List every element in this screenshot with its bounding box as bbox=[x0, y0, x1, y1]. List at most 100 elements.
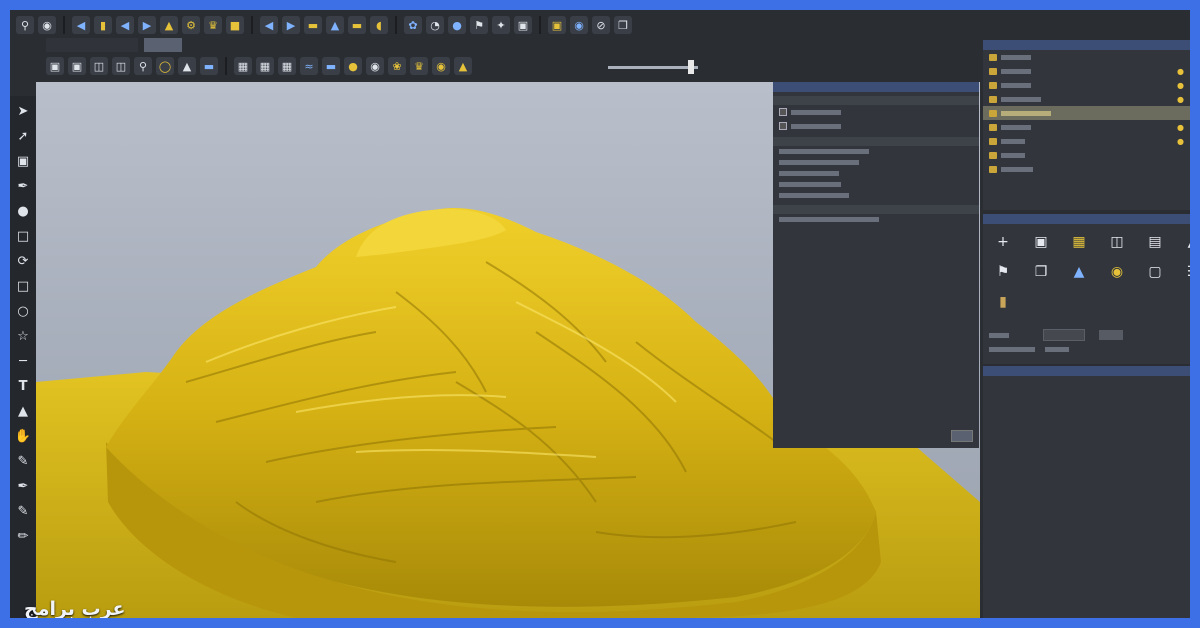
grid-icon[interactable]: ▦ bbox=[234, 57, 252, 75]
view-icon[interactable]: ◫ bbox=[112, 57, 130, 75]
visibility-icon[interactable]: ● bbox=[1177, 95, 1184, 104]
visibility-icon[interactable]: ● bbox=[1177, 123, 1184, 132]
transform-icon[interactable]: ▣ bbox=[14, 152, 32, 171]
jar-icon[interactable]: ▮ bbox=[993, 292, 1013, 312]
tree-item[interactable]: ● bbox=[983, 92, 1190, 106]
bucket-icon[interactable]: ◉ bbox=[570, 16, 588, 34]
pin-icon[interactable]: ⚑ bbox=[470, 16, 488, 34]
sphere-icon[interactable]: ● bbox=[344, 57, 362, 75]
copy-icon[interactable]: ❐ bbox=[1031, 262, 1051, 282]
checkbox[interactable] bbox=[779, 108, 787, 116]
sparkle-icon[interactable]: ✦ bbox=[492, 16, 510, 34]
crown-icon[interactable]: ♛ bbox=[204, 16, 222, 34]
mound-icon[interactable]: ▲ bbox=[178, 57, 196, 75]
zoom-icon[interactable]: ⚲ bbox=[134, 57, 152, 75]
view-icon[interactable]: ◫ bbox=[90, 57, 108, 75]
grid-icon[interactable]: ▦ bbox=[256, 57, 274, 75]
tree-item-selected[interactable] bbox=[983, 106, 1190, 120]
smooth-icon[interactable]: ▲ bbox=[326, 16, 344, 34]
crown-icon[interactable]: ♛ bbox=[410, 57, 428, 75]
visibility-icon[interactable]: ● bbox=[1177, 81, 1184, 90]
rect-icon[interactable]: □ bbox=[14, 277, 32, 296]
tree-item[interactable]: ● bbox=[983, 120, 1190, 134]
visibility-icon[interactable]: ● bbox=[1177, 137, 1184, 146]
apply-button[interactable] bbox=[951, 430, 973, 442]
cube-icon[interactable]: ▣ bbox=[514, 16, 532, 34]
tree-item[interactable] bbox=[983, 148, 1190, 162]
star-icon[interactable]: ☆ bbox=[14, 327, 32, 346]
blend-icon[interactable]: ◖ bbox=[370, 16, 388, 34]
frame-icon[interactable]: ▣ bbox=[548, 16, 566, 34]
arrow-right-icon[interactable]: ▶ bbox=[282, 16, 300, 34]
hand-icon[interactable]: ✋ bbox=[14, 427, 32, 446]
ruler-icon[interactable]: ✎ bbox=[14, 502, 32, 521]
node-icon[interactable]: ➚ bbox=[14, 127, 32, 146]
arrow-left-icon[interactable]: ◀ bbox=[72, 16, 90, 34]
ellipse-icon[interactable]: ○ bbox=[14, 302, 32, 321]
page-icon[interactable]: ◫ bbox=[1107, 232, 1127, 252]
leaf-icon[interactable]: ❀ bbox=[388, 57, 406, 75]
view-icon[interactable]: ◉ bbox=[38, 16, 56, 34]
sliders-icon[interactable]: ☰ bbox=[1183, 262, 1190, 282]
mound-icon[interactable]: ▲ bbox=[160, 16, 178, 34]
tree-item[interactable]: ● bbox=[983, 64, 1190, 78]
knife-icon[interactable]: ✒ bbox=[14, 477, 32, 496]
pen-icon[interactable]: ✒ bbox=[14, 177, 32, 196]
option-row[interactable] bbox=[773, 119, 979, 133]
option-row[interactable] bbox=[773, 157, 979, 168]
line-icon[interactable]: ─ bbox=[14, 352, 32, 371]
bulb-icon[interactable]: ◯ bbox=[156, 57, 174, 75]
rotate-icon[interactable]: ⟳ bbox=[14, 252, 32, 271]
arrow-left-icon[interactable]: ◀ bbox=[116, 16, 134, 34]
field-button[interactable] bbox=[1099, 330, 1123, 340]
option-row[interactable] bbox=[773, 105, 979, 119]
chart-icon[interactable]: ▤ bbox=[1145, 232, 1165, 252]
cup-icon[interactable]: ◉ bbox=[366, 57, 384, 75]
copy-icon[interactable]: ❐ bbox=[614, 16, 632, 34]
dome-icon[interactable]: ◔ bbox=[426, 16, 444, 34]
zoom-icon[interactable]: ⚲ bbox=[16, 16, 34, 34]
zoom-slider-track[interactable] bbox=[608, 66, 698, 69]
swirl-icon[interactable]: ✿ bbox=[404, 16, 422, 34]
cup-icon[interactable]: ◉ bbox=[1107, 262, 1127, 282]
tree-item[interactable]: ● bbox=[983, 134, 1190, 148]
cup-icon[interactable]: ◉ bbox=[432, 57, 450, 75]
eraser-icon[interactable]: ▮ bbox=[94, 16, 112, 34]
tree-item[interactable] bbox=[983, 162, 1190, 176]
layer-icon[interactable]: ▬ bbox=[200, 57, 218, 75]
sphere-icon[interactable]: ● bbox=[448, 16, 466, 34]
sculpt-icon[interactable]: ✎ bbox=[14, 452, 32, 471]
crop-icon[interactable]: □ bbox=[14, 227, 32, 246]
book-icon[interactable]: ▦ bbox=[1069, 232, 1089, 252]
fill-icon[interactable]: ▲ bbox=[14, 402, 32, 421]
checkbox[interactable] bbox=[779, 122, 787, 130]
layer-icon[interactable]: ▬ bbox=[304, 16, 322, 34]
text-icon[interactable]: T bbox=[14, 377, 32, 396]
block-icon[interactable]: ⊘ bbox=[592, 16, 610, 34]
pencil-icon[interactable]: ✏ bbox=[14, 527, 32, 546]
tree-item[interactable]: ● bbox=[983, 78, 1190, 92]
wave-icon[interactable]: ≈ bbox=[300, 57, 318, 75]
pin-icon[interactable]: ⚑ bbox=[993, 262, 1013, 282]
arrow-right-icon[interactable]: ▶ bbox=[138, 16, 156, 34]
cube-icon[interactable]: ▣ bbox=[68, 57, 86, 75]
gear-icon[interactable]: ⚙ bbox=[182, 16, 200, 34]
select-icon[interactable]: ➤ bbox=[14, 102, 32, 121]
layer-icon[interactable]: ▬ bbox=[322, 57, 340, 75]
phone-icon[interactable]: ▢ bbox=[1145, 262, 1165, 282]
plus-icon[interactable]: + bbox=[993, 232, 1013, 252]
tree-item[interactable] bbox=[983, 50, 1190, 64]
grid-icon[interactable]: ▦ bbox=[278, 57, 296, 75]
option-row[interactable] bbox=[773, 146, 979, 157]
field-input[interactable] bbox=[1043, 329, 1085, 341]
zoom-slider-knob[interactable] bbox=[688, 60, 694, 74]
box-icon[interactable]: ■ bbox=[226, 16, 244, 34]
cube-icon[interactable]: ▣ bbox=[46, 57, 64, 75]
lamp-icon[interactable]: ▲ bbox=[1183, 232, 1190, 252]
tab-document[interactable] bbox=[46, 38, 138, 52]
lamp-icon[interactable]: ▲ bbox=[454, 57, 472, 75]
frame-icon[interactable]: ▣ bbox=[1031, 232, 1051, 252]
arrow-left-icon[interactable]: ◀ bbox=[260, 16, 278, 34]
layer-icon[interactable]: ▬ bbox=[348, 16, 366, 34]
brush-icon[interactable]: ● bbox=[14, 202, 32, 221]
